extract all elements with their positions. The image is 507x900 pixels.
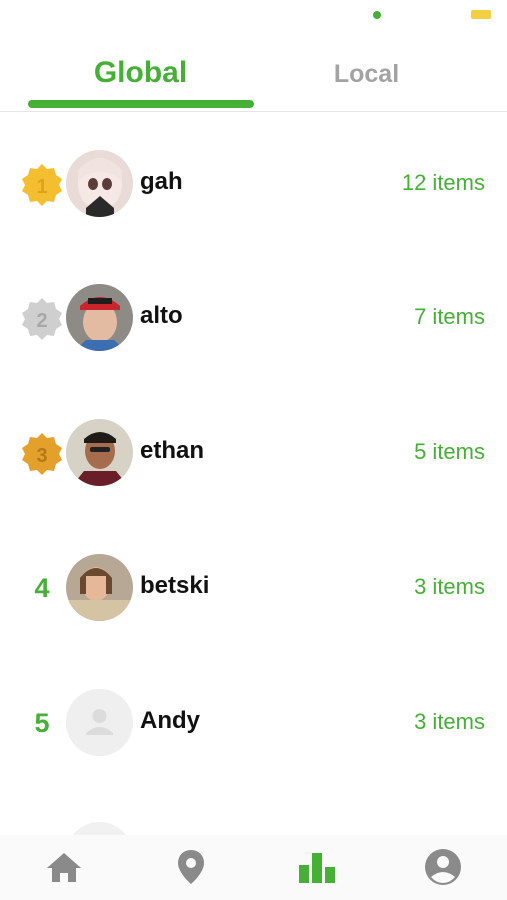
user-name: betski: [140, 572, 210, 599]
bronze-medal-icon: 3: [20, 431, 64, 475]
leaderboard-row[interactable]: 2 alto 7 items: [0, 284, 507, 356]
medal-rank-text: 1: [36, 176, 47, 198]
avatar: [66, 419, 133, 486]
rank-number: 5: [34, 708, 50, 738]
leaderboard-row[interactable]: 1 gah 12 items: [0, 150, 507, 222]
medal-rank-text: 3: [36, 445, 47, 467]
avatar: [66, 284, 133, 351]
bottom-navigation: [0, 835, 507, 900]
item-count: 3 items: [414, 574, 485, 599]
leaderboard-chart-icon[interactable]: [297, 847, 337, 887]
status-indicator-dot: [373, 11, 381, 19]
leaderboard-row[interactable]: 5 Andy 3 items: [0, 689, 507, 761]
location-pin-icon[interactable]: [171, 847, 211, 887]
medal-rank-text: 2: [36, 310, 47, 332]
account-circle-icon[interactable]: [423, 847, 463, 887]
leaderboard-row[interactable]: 4 betski 3 items: [0, 554, 507, 626]
tab-global[interactable]: Global: [14, 56, 267, 90]
item-count: 7 items: [414, 304, 485, 329]
item-count: 12 items: [401, 170, 485, 195]
item-count: 5 items: [414, 439, 485, 464]
item-count: 3 items: [414, 709, 485, 734]
user-name: ethan: [140, 437, 205, 464]
user-name: alto: [140, 302, 183, 329]
status-bar: [0, 0, 507, 40]
home-icon[interactable]: [44, 847, 84, 887]
gold-medal-icon: 1: [20, 162, 64, 206]
leaderboard-row[interactable]: 3 ethan 5 items: [0, 419, 507, 491]
tab-local[interactable]: Local: [240, 60, 493, 89]
avatar: [66, 554, 133, 621]
user-name: gah: [140, 168, 183, 195]
leaderboard-list: 1 gah 12 items 2 alto 7 items 3 ethan 5 …: [0, 117, 507, 837]
active-tab-indicator: [28, 100, 254, 108]
default-user-avatar-icon: [66, 689, 133, 756]
battery-icon: [471, 10, 491, 19]
avatar: [66, 150, 133, 217]
rank-number: 4: [34, 573, 50, 603]
silver-medal-icon: 2: [20, 296, 64, 340]
user-name: Andy: [140, 707, 200, 734]
leaderboard-tabs: Global Local: [0, 48, 507, 112]
